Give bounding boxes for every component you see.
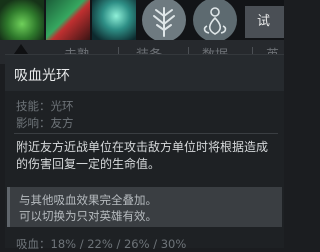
ability-title: 吸血光环 <box>14 68 70 84</box>
try-hero-button[interactable]: 试 <box>245 6 284 38</box>
hero-portrait-3[interactable] <box>92 0 136 40</box>
hero-portrait-2[interactable] <box>46 0 90 40</box>
note-line: 与其他吸血效果完全叠加。 <box>19 193 157 207</box>
hero-icon-strip: 试 <box>0 0 284 44</box>
tooltip-pointer <box>14 44 28 54</box>
note-line: 可以切换为只对英雄有效。 <box>19 209 157 223</box>
ability-description: 附近友方近战单位在攻击敌方单位时将根据造成的伤害回复一定的生命值。 <box>16 140 269 171</box>
sun-lotus-icon[interactable] <box>193 0 237 42</box>
ability-tooltip: 吸血光环 技能：光环 影响：友方 附近友方近战单位在攻击敌方单位时将根据造成的伤… <box>5 54 284 251</box>
hero-portrait-1[interactable] <box>0 0 44 40</box>
ability-type: 技能：光环 <box>16 99 74 113</box>
lifesteal-values: 吸血：18% / 22% / 26% / 30% <box>16 237 187 251</box>
tree-icon[interactable] <box>142 0 186 42</box>
tooltip-divider <box>14 133 278 134</box>
tooltip-header: 吸血光环 <box>5 55 284 91</box>
ability-notes: 与其他吸血效果完全叠加。 可以切换为只对英雄有效。 <box>7 187 282 227</box>
ability-target: 影响：友方 <box>16 116 74 130</box>
